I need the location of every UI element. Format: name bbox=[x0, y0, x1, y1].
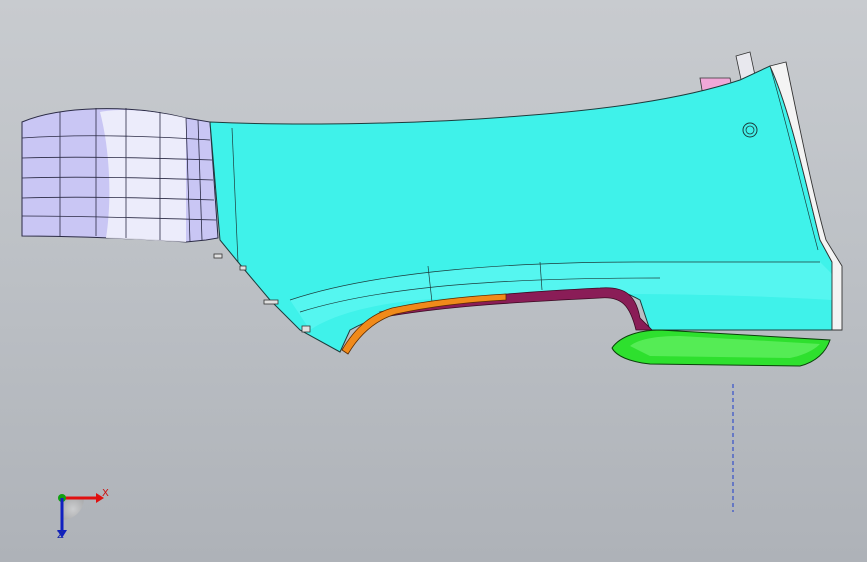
main-panel-part[interactable] bbox=[209, 65, 833, 353]
triad-graphic bbox=[57, 493, 104, 538]
graphics-viewport[interactable]: X Z bbox=[0, 0, 867, 562]
lower-trim-part[interactable] bbox=[611, 329, 831, 367]
triad-shading bbox=[62, 498, 84, 520]
z-axis-label: Z bbox=[57, 530, 64, 541]
end-block-part[interactable] bbox=[21, 108, 219, 243]
orientation-triad[interactable]: X Z bbox=[44, 480, 124, 550]
cad-model[interactable] bbox=[0, 0, 867, 562]
x-axis-label: X bbox=[102, 488, 109, 499]
